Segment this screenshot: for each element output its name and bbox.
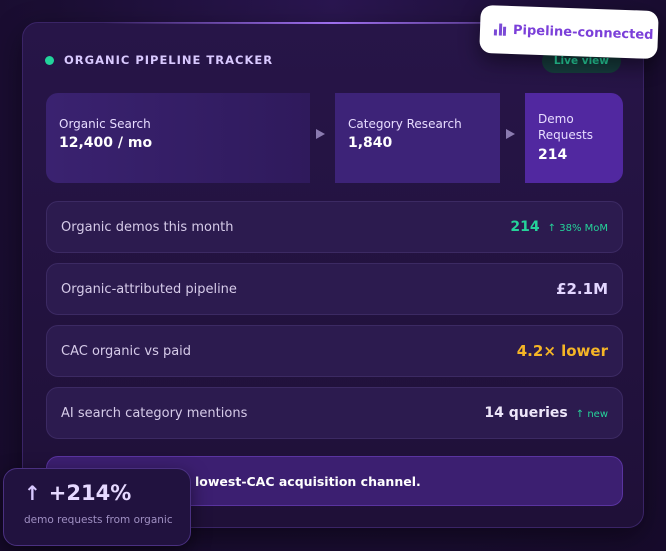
metric-label: Organic demos this month	[61, 219, 234, 235]
metric-row-organic-demos: Organic demos this month 214 ↑ 38% MoM	[46, 201, 623, 253]
metric-value: 214	[510, 219, 540, 235]
pipeline-tracker-card: ORGANIC PIPELINE TRACKER Live view Organ…	[22, 22, 644, 528]
metric-row-cac: CAC organic vs paid 4.2× lower	[46, 325, 623, 377]
growth-stat-value: +214%	[48, 481, 132, 505]
arrow-up-icon: ↑	[24, 481, 41, 505]
metric-row-ai-mentions: AI search category mentions 14 queries ↑…	[46, 387, 623, 439]
growth-stat-caption: demo requests from organic	[24, 514, 173, 526]
funnel-stage-label: Demo Requests	[538, 112, 593, 142]
pipeline-connected-badge: Pipeline-connected	[479, 4, 659, 60]
live-status-dot	[45, 55, 54, 65]
metric-value: 4.2× lower	[516, 342, 608, 360]
card-header: ORGANIC PIPELINE TRACKER	[45, 53, 273, 67]
funnel-stage-label: Organic Search	[59, 117, 151, 131]
funnel-stage-value: 12,400 / mo	[59, 135, 153, 151]
summary-banner-text: lowest-CAC acquisition channel.	[195, 473, 421, 489]
badge-label: Pipeline-connected	[512, 22, 654, 43]
funnel-stage-value: 1,840	[348, 135, 393, 151]
metric-row-pipeline: Organic-attributed pipeline £2.1M	[46, 263, 623, 315]
stage: ORGANIC PIPELINE TRACKER Live view Organ…	[0, 0, 666, 551]
funnel-stage-organic-search: Organic Search 12,400 / mo	[46, 93, 310, 183]
growth-stat-card: ↑ +214% demo requests from organic	[3, 468, 191, 546]
funnel-stage-label: Category Research	[348, 117, 462, 131]
metric-value: £2.1M	[556, 280, 608, 298]
card-title: ORGANIC PIPELINE TRACKER	[64, 53, 274, 67]
metric-label: Organic-attributed pipeline	[61, 281, 237, 297]
funnel-arrow-icon	[506, 129, 515, 139]
funnel-stage-category-research: Category Research 1,840	[335, 93, 500, 183]
funnel-stage-value: 214	[538, 147, 568, 163]
metric-trend-note: ↑ 38% MoM	[547, 223, 608, 234]
metric-label: CAC organic vs paid	[61, 343, 192, 359]
metric-value: 14 queries	[484, 405, 568, 421]
bar-chart-icon	[493, 23, 507, 36]
metric-label: AI search category mentions	[61, 405, 248, 421]
funnel-stage-demo-requests: Demo Requests 214	[525, 93, 623, 183]
metric-trend-note: ↑ new	[575, 409, 608, 420]
funnel-arrow-icon	[316, 129, 325, 139]
